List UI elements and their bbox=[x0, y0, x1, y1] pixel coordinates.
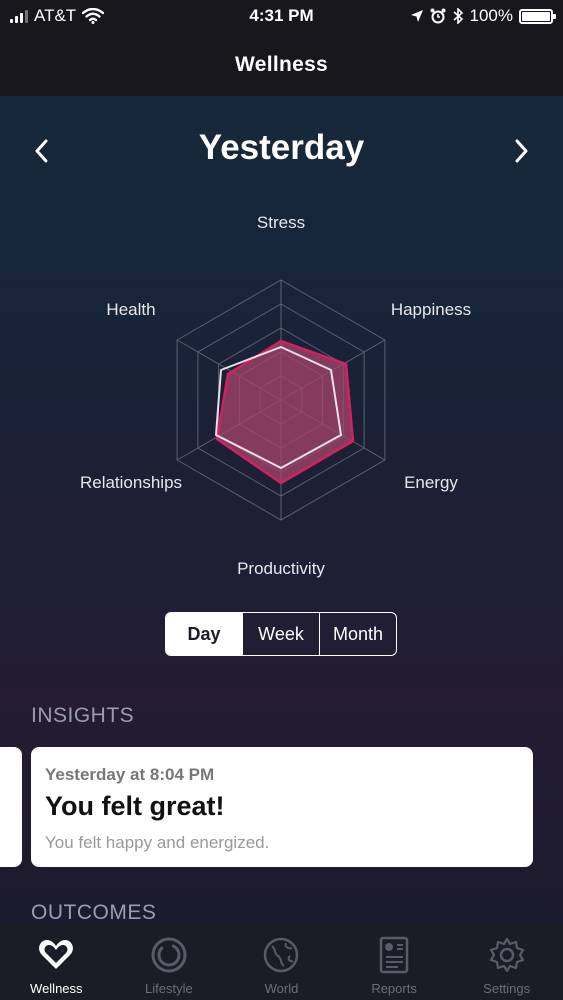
location-arrow-icon bbox=[410, 10, 423, 22]
previous-insight-card[interactable] bbox=[0, 747, 22, 867]
segment-month[interactable]: Month bbox=[319, 613, 396, 655]
battery-icon bbox=[519, 8, 556, 24]
tab-world[interactable]: World bbox=[225, 925, 338, 1000]
date-title: Yesterday bbox=[198, 128, 365, 167]
chevron-right-icon bbox=[515, 139, 528, 163]
axis-label-stress: Stress bbox=[257, 213, 305, 232]
nav-title: Wellness bbox=[234, 53, 329, 76]
outcomes-heading: OUTCOMES bbox=[31, 901, 157, 924]
segment-week[interactable]: Week bbox=[242, 613, 319, 655]
tab-lifestyle-label: Lifestyle bbox=[145, 981, 193, 996]
segment-day[interactable]: Day bbox=[166, 613, 242, 655]
tab-reports[interactable]: Reports bbox=[338, 925, 451, 1000]
tab-reports-label: Reports bbox=[371, 981, 417, 996]
axis-label-relationships: Relationships bbox=[80, 473, 182, 492]
insight-card[interactable]: Yesterday at 8:04 PM You felt great! You… bbox=[31, 747, 533, 867]
period-segmented-control: Day Week Month bbox=[165, 612, 397, 656]
axis-label-health: Health bbox=[106, 300, 155, 319]
radar-area-accent bbox=[215, 339, 355, 485]
insights-heading: INSIGHTS bbox=[31, 704, 135, 727]
tab-bar: Wellness Lifestyle World Reports Setting… bbox=[0, 925, 563, 1000]
next-day-button[interactable] bbox=[507, 136, 537, 166]
axis-label-happiness: Happiness bbox=[391, 300, 471, 319]
date-selector: Yesterday bbox=[0, 126, 563, 176]
globe-icon bbox=[264, 937, 299, 973]
alarm-icon bbox=[430, 8, 446, 24]
report-icon bbox=[379, 936, 409, 974]
insight-time: Yesterday at 8:04 PM bbox=[45, 765, 215, 784]
axis-label-productivity: Productivity bbox=[237, 559, 325, 578]
status-right: 100% bbox=[410, 6, 556, 26]
ring-icon bbox=[151, 937, 187, 973]
wellness-radar-chart: Stress Happiness Energy Productivity Rel… bbox=[80, 213, 471, 578]
nav-bar: Wellness bbox=[0, 34, 563, 96]
axis-label-energy: Energy bbox=[404, 473, 458, 492]
heart-icon bbox=[39, 940, 74, 969]
status-bar: AT&T 4:31 PM 100% bbox=[0, 0, 563, 34]
tab-settings-label: Settings bbox=[483, 981, 531, 996]
tab-lifestyle[interactable]: Lifestyle bbox=[113, 925, 226, 1000]
battery-percent: 100% bbox=[469, 6, 513, 25]
tab-wellness-label: Wellness bbox=[30, 981, 83, 996]
insight-detail: You felt happy and energized. bbox=[45, 833, 270, 852]
bluetooth-icon bbox=[452, 8, 463, 24]
tab-world-label: World bbox=[264, 981, 299, 996]
gear-icon bbox=[489, 937, 524, 973]
tab-wellness[interactable]: Wellness bbox=[0, 925, 113, 1000]
insight-headline: You felt great! bbox=[45, 791, 225, 821]
tab-settings[interactable]: Settings bbox=[450, 925, 563, 1000]
